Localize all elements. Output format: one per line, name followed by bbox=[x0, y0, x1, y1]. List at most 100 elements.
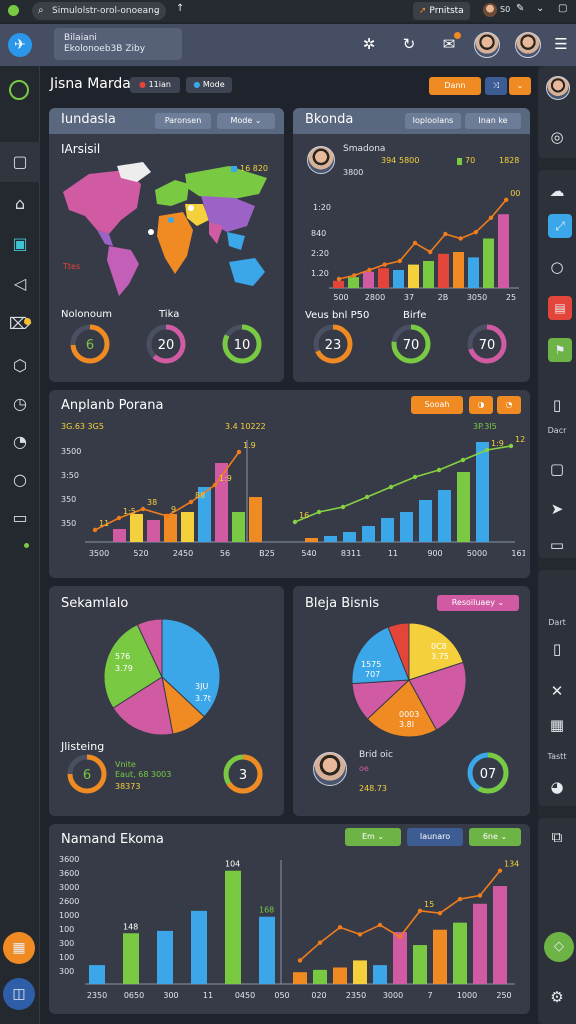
map-marker-icon bbox=[148, 229, 154, 235]
nav-card-icon[interactable]: ▭ bbox=[0, 498, 40, 538]
print-chip[interactable]: ➚ Prnitsta bbox=[413, 2, 470, 20]
bkonda-bar-chart: 1:20 00 500 2800 37 2B 3050 25 840 2:20 1.20 bbox=[311, 189, 520, 302]
person-avatar[interactable] bbox=[307, 146, 335, 174]
panel-bkonda-pill-1[interactable]: Ioploolans bbox=[405, 113, 461, 129]
panel-namand-pill-3[interactable]: 6ne ⌄ bbox=[469, 828, 521, 846]
cloud-icon[interactable]: ☁ bbox=[538, 176, 576, 206]
nav-square-icon[interactable]: ▢ bbox=[0, 142, 40, 182]
anplanb-left-line-point-4 bbox=[188, 499, 194, 505]
anplanb-y-tick-1: 3:50 bbox=[61, 471, 79, 480]
user-avatar[interactable] bbox=[474, 32, 500, 58]
blue-action-icon[interactable]: ⤢ bbox=[548, 214, 572, 238]
anplanb-x-tick-3: 56 bbox=[220, 549, 230, 558]
panel-anplanb-title: Anplanb Porana bbox=[61, 398, 164, 413]
app-logo-icon[interactable]: ✈ bbox=[8, 33, 32, 57]
action-pill[interactable]: Dann bbox=[429, 77, 481, 95]
nav-orange-action-icon[interactable]: ▦ bbox=[3, 932, 35, 964]
nav-wallet-icon[interactable]: ▣ bbox=[0, 224, 40, 264]
bkonda-bar-0 bbox=[333, 280, 344, 288]
green-diamond-icon[interactable]: ◇ bbox=[544, 932, 574, 962]
panel-namand-pill-3-label: 6ne bbox=[482, 832, 498, 841]
anplanb-right-bar-1 bbox=[324, 536, 337, 542]
red-action-icon[interactable]: ▤ bbox=[548, 296, 572, 320]
pie-label-a: 576 bbox=[115, 652, 131, 661]
help-icon[interactable]: ◎ bbox=[538, 122, 576, 152]
document-icon[interactable]: ▯ bbox=[538, 390, 576, 420]
namand-right-line-point-0 bbox=[297, 958, 303, 963]
bkonda-line-point-8 bbox=[458, 236, 463, 241]
nav-bookmark-icon[interactable]: ⌂ bbox=[0, 184, 40, 224]
bkonda-bar-7 bbox=[438, 253, 449, 288]
bkonda-bar-5 bbox=[408, 264, 419, 288]
namand-x-tick-10: 1000 bbox=[457, 991, 477, 1000]
status-ring-icon[interactable] bbox=[9, 80, 29, 100]
bkonda-x-tick-4: 3050 bbox=[467, 293, 487, 302]
stat-b: 5800 bbox=[399, 156, 420, 165]
panel-namand-pill-1[interactable]: Em ⌄ bbox=[345, 828, 401, 846]
online-dot bbox=[24, 543, 29, 548]
chevron-down-icon[interactable]: ⌄ bbox=[536, 3, 544, 14]
namand-x-tick-1: 0650 bbox=[124, 991, 144, 1000]
namand-x-tick-9: 7 bbox=[427, 991, 432, 1000]
anplanb-left-bars bbox=[113, 463, 262, 542]
panel-map-pill-2[interactable]: Mode ⌄ bbox=[217, 113, 275, 129]
user-avatar-2[interactable] bbox=[515, 32, 541, 58]
dropdown-button[interactable]: ⌄ bbox=[509, 77, 531, 95]
green-action-icon[interactable]: ⚑ bbox=[548, 338, 572, 362]
panel-map-pill-1[interactable]: Paronsen bbox=[155, 113, 211, 129]
brand-box[interactable]: Bilaiani Ekolonoeb3B Ziby bbox=[54, 28, 182, 60]
grid-icon[interactable]: ▦ bbox=[538, 710, 576, 740]
tag-pill-1[interactable]: ● 11ian bbox=[130, 77, 180, 93]
anplanb-left-bar-7 bbox=[232, 512, 245, 542]
user-avatar-small[interactable] bbox=[483, 3, 497, 17]
bleja-label-b2: 3.75 bbox=[431, 652, 449, 661]
donut-5-value: 70 bbox=[403, 338, 420, 353]
nav-circle-icon[interactable]: ○ bbox=[0, 460, 40, 500]
search-dropdown[interactable]: ⌕ Simulolstr-orol-onoeang ⌄ bbox=[32, 2, 166, 20]
anplanb-right-line-point-7 bbox=[460, 457, 466, 463]
circle-icon[interactable]: ○ bbox=[538, 252, 576, 282]
file-icon[interactable]: ▯ bbox=[538, 634, 576, 664]
cursor-icon[interactable]: ➤ bbox=[538, 494, 576, 524]
donut-9: 07 bbox=[467, 752, 509, 794]
sparkle-icon[interactable]: ✲ bbox=[358, 33, 380, 55]
bkonda-line-point-9 bbox=[473, 230, 478, 235]
anplanb-left-bar-2 bbox=[147, 520, 160, 542]
tag-pill-2[interactable]: ● Mode bbox=[186, 77, 232, 93]
panel-anplanb-pill-1[interactable]: Sooah bbox=[411, 396, 463, 414]
anplanb-left-line-label-6: 1.9 bbox=[243, 441, 256, 450]
namand-right-bar-10 bbox=[493, 886, 507, 984]
share-button[interactable]: ⤨ bbox=[485, 77, 507, 95]
refresh-icon[interactable]: ↻ bbox=[398, 33, 420, 55]
panel-bkonda-pill-2[interactable]: Inan ke bbox=[465, 113, 521, 129]
window-icon[interactable]: ▭ bbox=[538, 530, 576, 560]
pie-icon[interactable]: ◕ bbox=[538, 772, 576, 802]
nav-blue-action-icon[interactable]: ◫ bbox=[3, 978, 35, 1010]
namand-x-tick-3: 11 bbox=[203, 991, 213, 1000]
sekamlalo-slices bbox=[103, 618, 221, 736]
window-restore-icon[interactable]: ▢ bbox=[558, 3, 567, 14]
page-icon[interactable]: ▢ bbox=[538, 454, 576, 484]
copy-icon[interactable]: ⧉ bbox=[538, 822, 576, 852]
bleja-person-avatar[interactable] bbox=[313, 752, 347, 786]
settings-icon[interactable]: ⚙ bbox=[538, 982, 576, 1012]
anplanb-right-bars bbox=[305, 442, 489, 542]
nav-cube-icon[interactable]: ⬡ bbox=[0, 346, 40, 386]
right-avatar[interactable] bbox=[546, 76, 570, 100]
anplanb-left-bar-8 bbox=[249, 497, 262, 542]
map-africa bbox=[157, 212, 193, 274]
namand-right-bar-9 bbox=[473, 903, 487, 984]
nav-clock-icon[interactable]: ◷ bbox=[0, 384, 40, 424]
nav-megaphone-icon[interactable]: ◁ bbox=[0, 264, 40, 304]
nav-tag-icon[interactable]: ⌦ bbox=[0, 304, 40, 344]
menu-icon[interactable]: ☰ bbox=[550, 33, 572, 55]
panel-anplanb-pill-1-label: Sooah bbox=[424, 400, 450, 409]
pin-icon[interactable]: ✎ bbox=[516, 3, 524, 14]
panel-bleja-pill[interactable]: Resoiluaey ⌄ bbox=[437, 595, 519, 611]
nav-chart-icon[interactable]: ◔ bbox=[0, 422, 40, 462]
close-icon[interactable]: ✕ bbox=[538, 676, 576, 706]
panel-namand-pill-2[interactable]: Iaunaro bbox=[407, 828, 463, 846]
panel-anplanb-pill-2[interactable]: ◑ bbox=[469, 396, 493, 414]
panel-anplanb-pill-3[interactable]: ◔ bbox=[497, 396, 521, 414]
panel-namand-title: Namand Ekoma bbox=[61, 832, 164, 847]
